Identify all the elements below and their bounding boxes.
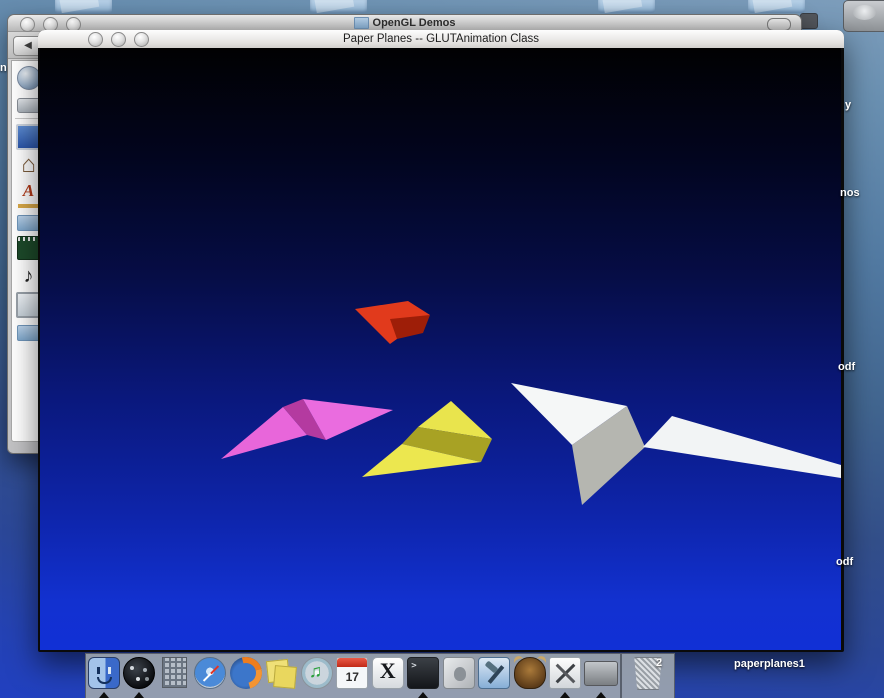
dock-main: 17X>: [85, 653, 621, 698]
terminal-icon: >: [407, 657, 440, 689]
dock-item-gnu-emacs[interactable]: [512, 654, 548, 698]
crossed-picks-app-icon: [549, 657, 582, 689]
desktop-icon-label[interactable]: odf: [836, 556, 853, 568]
dock-item-developer-tools[interactable]: [477, 654, 513, 698]
running-indicator: [595, 692, 606, 698]
dock-trash: [621, 653, 675, 698]
sidebar-item-documents-icon[interactable]: [16, 215, 41, 231]
paper-planes-window: Paper Planes -- GLUTAnimation Class: [38, 30, 844, 652]
finder-title-text: OpenGL Demos: [372, 17, 456, 29]
finder-icon: [87, 657, 120, 689]
firefox-icon: [229, 657, 262, 689]
dock-item-safari[interactable]: [193, 654, 229, 698]
sidebar-item-movies-icon[interactable]: [16, 236, 41, 260]
close-button[interactable]: [20, 17, 35, 32]
dock-item-stickies[interactable]: [264, 654, 300, 698]
dock-item-apple-box-app[interactable]: [441, 654, 477, 698]
paper-planes-titlebar[interactable]: Paper Planes -- GLUTAnimation Class: [38, 30, 844, 50]
grid-organizer-icon: [162, 657, 188, 688]
zoom-button[interactable]: [134, 32, 149, 47]
desktop-icon-label[interactable]: nos: [840, 187, 860, 199]
desktop-folder-icon[interactable]: [748, 0, 805, 13]
desktop-icon-label[interactable]: n: [0, 62, 7, 74]
stickies-icon: [265, 657, 297, 689]
dock-item-minimized-window[interactable]: [583, 654, 619, 698]
running-indicator: [560, 692, 571, 698]
running-indicator: [98, 692, 109, 698]
minimize-button[interactable]: [111, 32, 126, 47]
dark-dial-app-icon: [123, 657, 156, 689]
folder-icon: [353, 17, 369, 29]
sidebar-item-network-icon[interactable]: [16, 66, 41, 90]
running-indicator: [134, 692, 145, 698]
gl-canvas[interactable]: [40, 48, 841, 650]
desktop-icon-label[interactable]: y: [845, 99, 851, 111]
desktop-folder-icon[interactable]: [310, 0, 367, 13]
minimized-window-icon: [583, 661, 618, 686]
sidebar-item-music-icon[interactable]: [18, 265, 40, 287]
dock-item-x11[interactable]: X: [370, 654, 406, 698]
desktop-folder-icon[interactable]: [598, 0, 655, 13]
red-paper-plane: [355, 301, 430, 344]
desktop-drive-icon[interactable]: [843, 0, 884, 32]
sidebar-item-public-folder-icon[interactable]: [16, 325, 41, 341]
magenta-paper-plane: [221, 399, 393, 459]
running-indicator: [418, 692, 429, 698]
sidebar-item-hard-disk-icon[interactable]: [16, 98, 41, 113]
desktop-icon-label[interactable]: paperplanes1: [734, 658, 805, 670]
safari-icon: [194, 657, 227, 689]
desktop-icon-label[interactable]: odf: [838, 361, 855, 373]
sidebar-item-home-icon[interactable]: [18, 155, 40, 177]
dock-item-itunes[interactable]: [299, 654, 335, 698]
dock-item-grid-organizer[interactable]: [157, 654, 193, 698]
paper-planes-window-controls: [88, 32, 149, 47]
itunes-icon: [300, 657, 333, 689]
white-paper-plane: [511, 383, 841, 505]
paper-planes-window-title: Paper Planes -- GLUTAnimation Class: [343, 33, 539, 45]
apple-box-app-icon: [442, 657, 475, 689]
gnu-emacs-icon: [513, 657, 546, 689]
sidebar-item-applications-icon[interactable]: [17, 182, 40, 208]
x11-icon: X: [371, 657, 404, 689]
desktop-icon-label[interactable]: 2: [656, 657, 662, 669]
dock-item-crossed-picks-app[interactable]: [548, 654, 584, 698]
dock-item-ical[interactable]: 17: [335, 654, 371, 698]
dock-item-firefox[interactable]: [228, 654, 264, 698]
desktop-folder-icon[interactable]: [55, 0, 112, 13]
desktop[interactable]: OpenGL Demos Paper Planes -- GLUTAnimati…: [0, 0, 884, 698]
developer-tools-icon: [478, 657, 511, 689]
finder-window-title: OpenGL Demos: [16, 17, 793, 29]
dock-item-dark-dial-app[interactable]: [122, 654, 158, 698]
desktop-hidden-icon[interactable]: [800, 13, 818, 29]
close-button[interactable]: [88, 32, 103, 47]
gl-canvas-svg: [221, 301, 841, 505]
ical-icon: 17: [336, 657, 369, 689]
dock-item-terminal[interactable]: >: [406, 654, 442, 698]
dock-item-finder[interactable]: [86, 654, 122, 698]
